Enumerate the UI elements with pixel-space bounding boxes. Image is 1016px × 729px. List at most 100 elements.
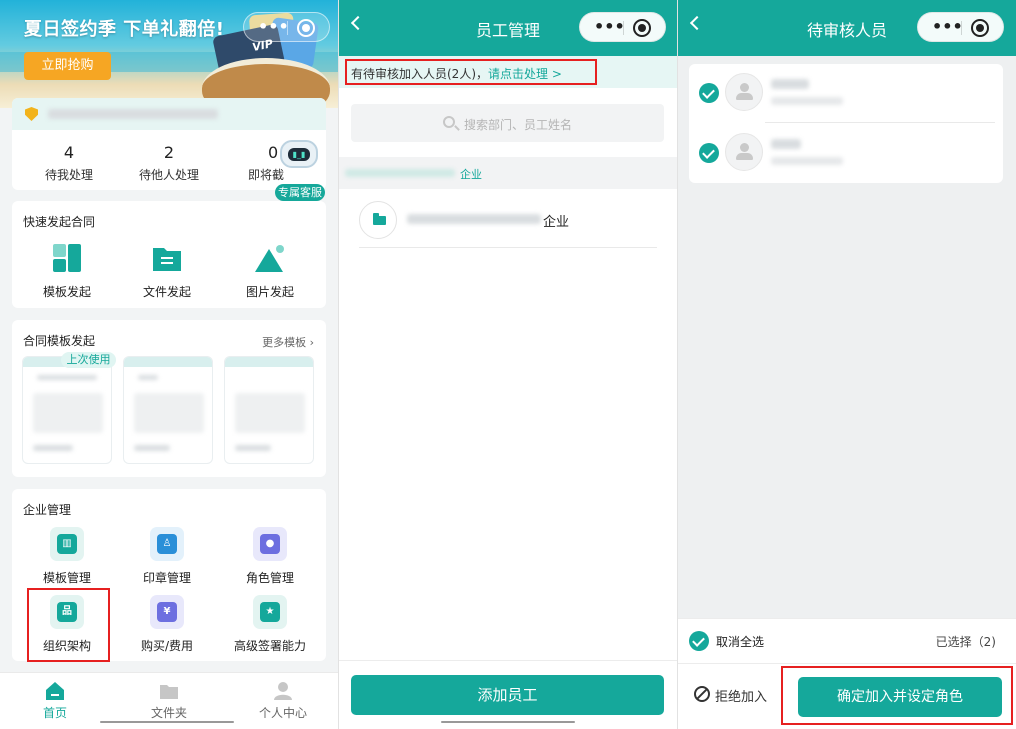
- search-icon: [443, 116, 455, 128]
- tab-profile[interactable]: 个人中心: [228, 681, 338, 721]
- stat-label: 待他人处理: [138, 168, 199, 182]
- org-list-item[interactable]: 企业: [359, 198, 657, 248]
- feature-label: 角色管理: [245, 571, 294, 585]
- staff-navbar: 员工管理 •••: [339, 0, 677, 56]
- more-icon[interactable]: •••: [932, 18, 963, 36]
- highlight-confirm: [781, 666, 1013, 725]
- staff-search-input[interactable]: 搜索部门、员工姓名: [351, 104, 664, 142]
- more-icon[interactable]: •••: [258, 18, 289, 36]
- reject-button[interactable]: 拒绝加入: [694, 686, 767, 705]
- template-thumb-text: [37, 375, 97, 380]
- org-avatar: [359, 201, 397, 239]
- highlight-notice: [345, 59, 597, 85]
- last-used-badge: 上次使用: [61, 352, 116, 368]
- mini-program-capsule: •••: [579, 12, 666, 42]
- quick-start-title: 快速发起合同: [23, 215, 96, 229]
- ban-icon: [694, 686, 710, 702]
- avatar: [725, 73, 763, 111]
- buy-now-button[interactable]: 立即抢购: [24, 52, 111, 80]
- checkbox-checked-icon[interactable]: [699, 143, 719, 163]
- seal-icon: ♙: [150, 527, 184, 561]
- image-start-button[interactable]: 图片发起: [220, 241, 320, 300]
- pending-list: [689, 64, 1003, 183]
- advanced-sign-button[interactable]: ★ 高级签署能力: [220, 595, 320, 654]
- org-name-redacted: [407, 214, 541, 224]
- template-section-title: 合同模板发起: [23, 334, 96, 348]
- person-phone-redacted: [771, 157, 843, 165]
- org-name: 企业: [543, 215, 570, 230]
- breadcrumb-redacted: [345, 169, 455, 177]
- person-name-redacted: [771, 79, 809, 89]
- template-grid-icon: [50, 241, 84, 275]
- role-icon: ●: [253, 527, 287, 561]
- template-thumb-body: [33, 393, 103, 433]
- feature-label: 文件发起: [142, 285, 191, 299]
- checkbox-checked-icon[interactable]: [699, 83, 719, 103]
- robot-head: ▮_▮: [280, 140, 318, 168]
- template-thumb-name: [33, 445, 73, 451]
- tab-label: 首页: [42, 706, 67, 720]
- folder-icon: [373, 213, 386, 225]
- close-program-icon[interactable]: [297, 19, 315, 37]
- feature-label: 模板管理: [42, 571, 91, 585]
- support-label[interactable]: 专属客服: [275, 184, 325, 201]
- folder-tab-icon: [159, 681, 179, 701]
- yen-bag-icon: ¥: [150, 595, 184, 629]
- template-thumb[interactable]: [224, 356, 314, 464]
- breadcrumb-item[interactable]: 企业: [460, 166, 482, 182]
- template-thumb-header: [124, 357, 212, 367]
- feature-label: 高级签署能力: [233, 639, 306, 653]
- tab-label: 文件夹: [150, 706, 187, 720]
- selected-count: 已选择（2): [935, 635, 996, 649]
- template-card: 合同模板发起 更多模板 ›: [12, 320, 326, 477]
- tab-home[interactable]: 首页: [0, 681, 110, 721]
- template-thumb[interactable]: [123, 356, 213, 464]
- person-icon: [273, 681, 293, 701]
- seal-manage-button[interactable]: ♙ 印章管理: [117, 527, 217, 586]
- template-thumb-name: [235, 445, 271, 451]
- more-templates-link[interactable]: 更多模板 ›: [262, 334, 314, 350]
- template-thumb[interactable]: [22, 356, 112, 464]
- pending-person-row[interactable]: [689, 124, 1003, 182]
- purchase-button[interactable]: ¥ 购买/费用: [117, 595, 217, 654]
- template-manage-button[interactable]: ▥ 模板管理: [17, 527, 117, 586]
- promo-banner[interactable]: VIP 夏日签约季 下单礼翻倍! 立即抢购 •••: [0, 0, 338, 108]
- mini-program-capsule: •••: [243, 12, 330, 42]
- stat-others-todo[interactable]: 2 待他人处理: [117, 143, 221, 183]
- avatar: [725, 133, 763, 171]
- template-thumb-name: [134, 445, 170, 451]
- folder-icon: [150, 241, 184, 275]
- pending-navbar: 待审核人员 •••: [678, 0, 1016, 56]
- image-mountain-icon: [253, 241, 287, 275]
- person-name-redacted: [771, 139, 801, 149]
- cancel-select-all[interactable]: 取消全选: [716, 633, 764, 650]
- robot-face: ▮_▮: [288, 148, 310, 161]
- person-phone-redacted: [771, 97, 843, 105]
- shield-icon: [25, 107, 38, 121]
- add-staff-button[interactable]: 添加员工: [351, 675, 664, 715]
- tab-folder[interactable]: 文件夹: [114, 681, 224, 721]
- star-icon: ★: [253, 595, 287, 629]
- role-manage-button[interactable]: ● 角色管理: [220, 527, 320, 586]
- select-all-checkbox-icon[interactable]: [689, 631, 709, 651]
- template-start-button[interactable]: 模板发起: [17, 241, 117, 300]
- capsule-separator: [961, 21, 962, 35]
- support-robot-icon[interactable]: ▮_▮: [277, 140, 323, 186]
- account-strip[interactable]: [12, 98, 326, 130]
- feature-label: 购买/费用: [140, 639, 194, 653]
- template-thumb-body: [134, 393, 204, 433]
- stat-my-todo[interactable]: 4 待我处理: [17, 143, 121, 183]
- breadcrumb: 企业: [339, 157, 677, 189]
- close-program-icon[interactable]: [971, 19, 989, 37]
- file-start-button[interactable]: 文件发起: [117, 241, 217, 300]
- more-icon[interactable]: •••: [594, 18, 625, 36]
- selection-bar: 取消全选 已选择（2): [678, 618, 1016, 663]
- quick-start-card: 快速发起合同 模板发起 文件发起 图片发起: [12, 201, 326, 308]
- pending-person-row[interactable]: [689, 64, 1003, 123]
- home-screen: VIP 夏日签约季 下单礼翻倍! 立即抢购 ••• 4 待我处理 2 待他人处理…: [0, 0, 338, 729]
- pending-screen: 待审核人员 ••• 取消全选 已选择（2) 拒绝加入 确定加入并设定角色: [678, 0, 1016, 729]
- stat-value: 4: [63, 143, 75, 162]
- close-program-icon[interactable]: [633, 19, 651, 37]
- banner-title: 夏日签约季 下单礼翻倍!: [24, 19, 225, 40]
- staff-screen: 员工管理 ••• 有待审核加入人员(2人)，请点击处理 > 搜索部门、员工姓名 …: [339, 0, 677, 729]
